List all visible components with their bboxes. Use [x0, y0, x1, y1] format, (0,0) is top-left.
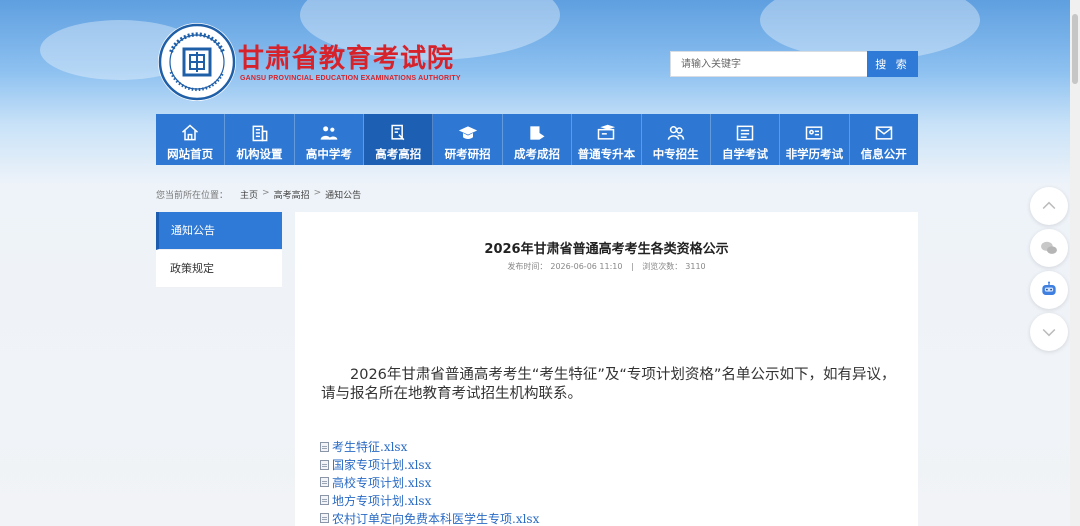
attachment-link[interactable]: 地方专项计划.xlsx — [320, 491, 539, 509]
site-title: 甘肃省教育考试院 — [238, 44, 455, 74]
nav-item-info-disclosure[interactable]: 信息公开 — [850, 114, 918, 165]
nav-item-non-degree-exam[interactable]: 非学历考试 — [780, 114, 850, 165]
nav-label: 高考高招 — [375, 147, 422, 161]
file-icon — [320, 441, 329, 452]
nav-label: 成考成招 — [513, 147, 560, 161]
article-title: 2026年甘肃省普通高考考生各类资格公示 — [484, 242, 729, 257]
floating-toolbar — [1030, 187, 1068, 355]
attachment-link[interactable]: 农村订单定向免费本科医学生专项.xlsx — [320, 509, 539, 526]
scroll-up-button[interactable] — [1030, 187, 1068, 225]
sidebar-item-policies[interactable]: 政策规定 — [156, 250, 282, 288]
nav-label: 非学历考试 — [785, 147, 844, 161]
attachment-name: 农村订单定向免费本科医学生专项.xlsx — [332, 511, 540, 526]
nav-item-self-study-exam[interactable]: 自学考试 — [711, 114, 781, 165]
book-flag-icon — [530, 126, 545, 140]
attachment-name: 高校专项计划.xlsx — [332, 475, 432, 490]
breadcrumb-sep: > — [262, 188, 270, 198]
home-icon — [182, 124, 199, 141]
breadcrumb-notices[interactable]: 通知公告 — [325, 188, 361, 201]
meta-separator: | — [631, 262, 634, 271]
publish-time: 2026-06-06 11:10 — [550, 262, 623, 271]
attachment-link[interactable]: 国家专项计划.xlsx — [320, 456, 539, 474]
main-nav: 网站首页 机构设置 高中学考 高考高招 研考研招 成考成招 普通专升本 中专招生… — [156, 114, 918, 165]
nav-label: 信息公开 — [860, 147, 907, 161]
article-panel: 2026年甘肃省普通高考考生各类资格公示 发布时间： 2026-06-06 11:… — [295, 212, 918, 526]
search-input[interactable] — [670, 51, 867, 77]
id-card-icon — [806, 126, 823, 140]
nav-item-gaokao[interactable]: 高考高招 — [364, 114, 434, 165]
nav-label: 高中学考 — [305, 147, 352, 161]
nav-item-home[interactable]: 网站首页 — [156, 114, 226, 165]
nav-item-high-school-exam[interactable]: 高中学考 — [295, 114, 365, 165]
attachment-name: 地方专项计划.xlsx — [332, 493, 432, 508]
breadcrumb-gaokao[interactable]: 高考高招 — [274, 188, 310, 201]
people-icon — [667, 125, 684, 140]
wechat-button[interactable] — [1030, 229, 1068, 267]
nav-item-adult-exam[interactable]: 成考成招 — [503, 114, 573, 165]
nav-item-vocational[interactable]: 中专招生 — [642, 114, 711, 165]
nav-item-postgrad[interactable]: 研考研招 — [433, 114, 503, 165]
breadcrumb-sep: > — [313, 188, 322, 198]
article-body: 2026年甘肃省普通高考考生“考生特征”及“专项计划资格”名单公示如下，如有异议… — [321, 367, 896, 402]
publish-label: 发布时间： — [507, 262, 548, 271]
attachment-name: 国家专项计划.xlsx — [332, 458, 432, 473]
site-logo — [158, 23, 236, 101]
file-icon — [320, 495, 329, 506]
sidebar-item-notices[interactable]: 通知公告 — [156, 212, 282, 250]
chevron-down-icon — [1042, 328, 1056, 337]
attachment-list: 考生特征.xlsx 国家专项计划.xlsx 高校专项计划.xlsx 地方专项计划… — [320, 438, 539, 526]
nav-item-organization[interactable]: 机构设置 — [225, 114, 295, 165]
scrollbar-thumb[interactable] — [1072, 14, 1078, 84]
nav-label: 普通专升本 — [577, 147, 636, 161]
attachment-link[interactable]: 高校专项计划.xlsx — [320, 474, 539, 492]
cap-screen-icon — [598, 124, 616, 140]
nav-label: 自学考试 — [722, 147, 769, 161]
wechat-icon — [1041, 241, 1057, 254]
search-button[interactable]: 搜 索 — [867, 51, 918, 77]
breadcrumb: 您当前所在位置： 主页 > 高考高招 > 通知公告 — [156, 188, 361, 201]
attachment-name: 考生特征.xlsx — [332, 440, 408, 455]
site-subtitle: GANSU PROVINCIAL EDUCATION EXAMINATIONS … — [240, 75, 461, 82]
views-count: 3110 — [685, 262, 706, 271]
list-board-icon — [736, 125, 754, 141]
building-icon — [252, 125, 267, 142]
article-meta: 发布时间： 2026-06-06 11:10 | 浏览次数： 3110 — [295, 261, 918, 272]
attachment-link[interactable]: 考生特征.xlsx — [320, 438, 539, 456]
page-scrollbar[interactable] — [1070, 0, 1080, 526]
nav-label: 机构设置 — [236, 147, 283, 161]
file-icon — [320, 513, 329, 524]
nav-label: 中专招生 — [652, 147, 699, 161]
breadcrumb-lead: 您当前所在位置： — [156, 191, 229, 201]
nav-item-upgrade-bachelor[interactable]: 普通专升本 — [572, 114, 642, 165]
sidebar: 通知公告 政策规定 — [156, 212, 282, 288]
robot-icon — [1042, 281, 1056, 295]
mail-icon — [875, 126, 893, 140]
nav-label: 网站首页 — [167, 147, 214, 161]
nav-label: 研考研招 — [444, 147, 491, 161]
scroll-down-button[interactable] — [1030, 313, 1068, 351]
chevron-up-icon — [1042, 201, 1056, 210]
file-icon — [320, 477, 329, 488]
pen-doc-icon — [391, 124, 405, 141]
search-bar: 搜 索 — [670, 51, 918, 77]
robot-assistant-button[interactable] — [1030, 271, 1068, 309]
file-icon — [320, 459, 329, 470]
breadcrumb-home[interactable]: 主页 — [240, 188, 258, 201]
views-label: 浏览次数： — [642, 262, 683, 271]
students-icon — [320, 126, 338, 140]
graduation-cap-icon — [458, 126, 477, 140]
